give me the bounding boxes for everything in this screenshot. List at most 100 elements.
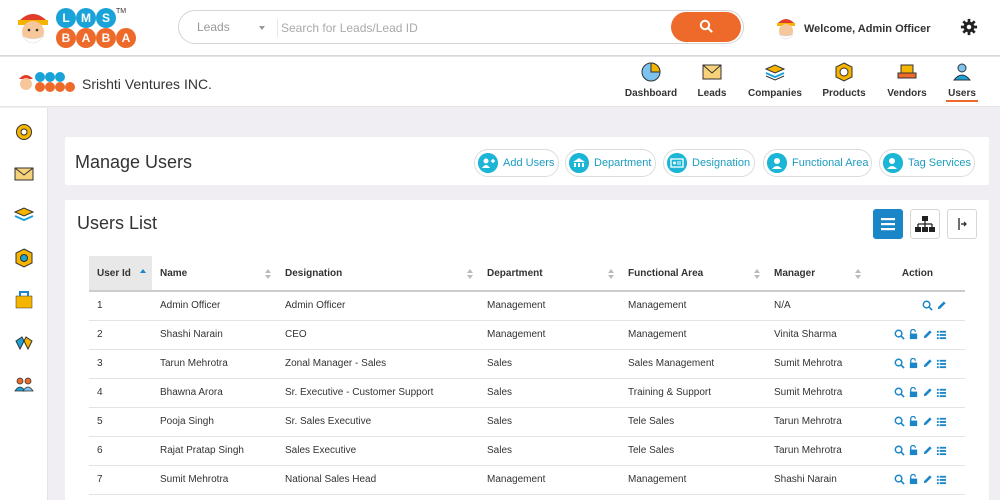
users-icon[interactable] — [14, 374, 34, 394]
cell-department: Sales — [479, 349, 620, 379]
search-button[interactable] — [671, 12, 741, 42]
zoom-icon[interactable] — [894, 387, 905, 398]
nav-vendors[interactable]: Vendors — [886, 61, 928, 107]
logo-letter: S — [96, 8, 116, 28]
department-button[interactable]: Department — [565, 149, 656, 177]
truck-icon — [897, 64, 917, 79]
column-header-functional-area[interactable]: Functional Area — [620, 256, 766, 292]
nav-products[interactable]: Products — [822, 61, 866, 107]
zoom-icon[interactable] — [894, 358, 905, 369]
briefcase-icon[interactable] — [14, 290, 34, 310]
sitemap-icon — [915, 216, 935, 232]
zoom-icon[interactable] — [922, 300, 933, 311]
list-icon[interactable] — [936, 416, 947, 427]
sort-icon — [265, 269, 271, 279]
cell-functional-area: Management — [620, 291, 766, 321]
cell-id: 2 — [89, 320, 152, 350]
nav-dashboard[interactable]: Dashboard — [624, 61, 678, 107]
column-label: User Id — [97, 267, 131, 279]
table-header-row: User Id Name Designation Department Func… — [89, 256, 965, 292]
functional-area-button[interactable]: Functional Area — [763, 149, 872, 177]
add-users-button[interactable]: Add Users — [474, 149, 559, 177]
designation-button[interactable]: Designation — [663, 149, 755, 177]
search-input[interactable] — [281, 18, 661, 38]
column-header-manager[interactable]: Manager — [766, 256, 867, 292]
cell-designation: Sr. Executive - Customer Support — [277, 378, 479, 408]
logo-letter: L — [56, 8, 76, 28]
cell-name: Bhawna Arora — [152, 378, 277, 408]
cell-functional-area: Management — [620, 320, 766, 350]
unlock-icon[interactable] — [908, 444, 919, 456]
zoom-icon[interactable] — [894, 416, 905, 427]
list-icon[interactable] — [936, 358, 947, 369]
hierarchy-view-button[interactable] — [910, 209, 940, 239]
handshake-icon[interactable] — [14, 333, 34, 353]
tag-services-button[interactable]: Tag Services — [879, 149, 975, 177]
search-category-select[interactable]: Leads — [197, 20, 277, 34]
unlock-icon[interactable] — [908, 473, 919, 485]
cell-manager: Vinita Sharma — [766, 320, 867, 350]
list-icon[interactable] — [936, 445, 947, 456]
unlock-icon[interactable] — [908, 386, 919, 398]
stack-icon — [764, 64, 786, 81]
zoom-icon[interactable] — [894, 445, 905, 456]
column-header-user-id[interactable]: User Id — [89, 256, 152, 292]
column-label: Manager — [774, 267, 816, 279]
nav-leads[interactable]: Leads — [694, 61, 730, 107]
list-view-button[interactable] — [873, 209, 903, 239]
nav-users[interactable]: Users — [946, 61, 978, 107]
cell-name: Rajat Pratap Singh — [152, 436, 277, 466]
sort-icon — [467, 269, 473, 279]
pencil-icon[interactable] — [922, 474, 933, 485]
cell-id: 7 — [89, 465, 152, 495]
unlock-icon[interactable] — [908, 328, 919, 340]
cell-id: 5 — [89, 407, 152, 437]
zoom-icon[interactable] — [894, 474, 905, 485]
pencil-icon[interactable] — [922, 445, 933, 456]
user-icon — [952, 63, 972, 81]
column-header-action: Action — [867, 256, 965, 292]
list-icon[interactable] — [936, 329, 947, 340]
gear-icon[interactable] — [14, 122, 34, 142]
cell-manager: N/A — [766, 291, 867, 321]
user-circle-icon — [767, 153, 787, 173]
column-header-name[interactable]: Name — [152, 256, 277, 292]
column-header-department[interactable]: Department — [479, 256, 620, 292]
welcome-text: Welcome, Admin Officer — [804, 23, 931, 35]
cell-functional-area: Training & Support — [620, 378, 766, 408]
list-icon[interactable] — [936, 387, 947, 398]
cell-name: Sumit Mehrotra — [152, 465, 277, 495]
nav-label: Products — [822, 88, 866, 99]
sort-icon — [608, 269, 614, 279]
users-table-body: 1 Admin Officer Admin Officer Management Man… — [89, 291, 965, 495]
cell-actions — [867, 349, 965, 379]
button-label: Tag Services — [908, 157, 971, 169]
envelope-icon[interactable] — [14, 164, 34, 184]
unlock-icon[interactable] — [908, 415, 919, 427]
column-header-designation[interactable]: Designation — [277, 256, 479, 292]
stack-icon[interactable] — [14, 205, 34, 225]
cell-manager: Tarun Mehrotra — [766, 407, 867, 437]
cell-manager: Shashi Narain — [766, 465, 867, 495]
lms-baba-logo[interactable]: L M S B A B A TM — [12, 6, 136, 50]
pencil-icon[interactable] — [922, 358, 933, 369]
button-label: Add Users — [503, 157, 555, 169]
package-icon[interactable] — [14, 248, 34, 268]
sort-icon — [855, 269, 861, 279]
logo-letter: A — [116, 28, 136, 48]
gear-icon[interactable] — [960, 18, 978, 36]
zoom-icon[interactable] — [894, 329, 905, 340]
pencil-icon[interactable] — [936, 300, 947, 311]
pencil-icon[interactable] — [922, 416, 933, 427]
unlock-icon[interactable] — [908, 357, 919, 369]
pencil-icon[interactable] — [922, 387, 933, 398]
collapse-button[interactable] — [947, 209, 977, 239]
table-row: 6 Rajat Pratap Singh Sales Executive Sales T… — [89, 436, 965, 466]
pencil-icon[interactable] — [922, 329, 933, 340]
nav-companies[interactable]: Companies — [748, 61, 802, 107]
sort-asc-icon — [140, 269, 146, 273]
cell-name: Tarun Mehrotra — [152, 349, 277, 379]
company-name: Srishti Ventures INC. — [82, 76, 212, 92]
column-label: Department — [487, 267, 543, 279]
list-icon[interactable] — [936, 474, 947, 485]
